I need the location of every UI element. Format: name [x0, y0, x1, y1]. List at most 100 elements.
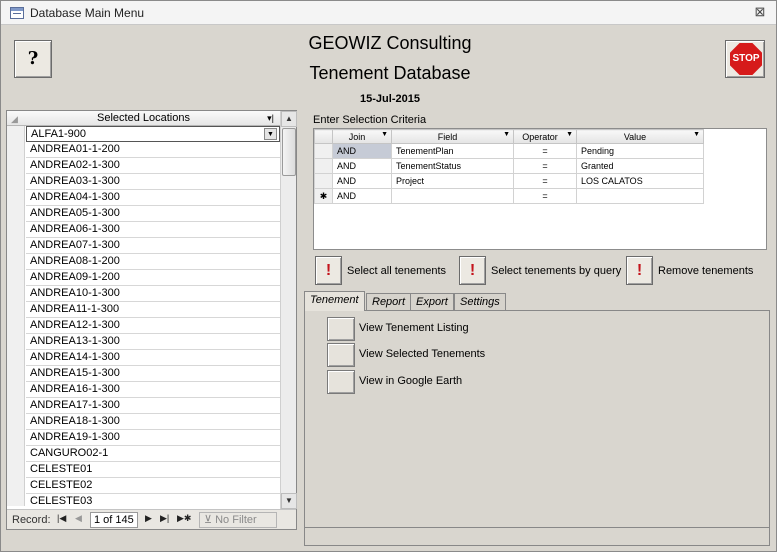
no-filter-button[interactable]: ⊻ No Filter: [199, 512, 277, 528]
scroll-thumb[interactable]: [282, 128, 296, 176]
remove-tenements-button[interactable]: ! Remove tenements: [626, 256, 766, 287]
stop-button[interactable]: STOP: [725, 40, 765, 78]
view-tenement-listing-button[interactable]: View Tenement Listing: [327, 317, 487, 341]
value-cell[interactable]: [576, 188, 704, 204]
location-list-item[interactable]: ANDREA14-1-300: [26, 350, 280, 366]
chevron-down-icon[interactable]: ▼: [503, 131, 510, 138]
select-by-query-button[interactable]: ! Select tenements by query: [459, 256, 625, 287]
no-filter-label: No Filter: [215, 514, 257, 526]
row-selector[interactable]: [314, 143, 333, 159]
form-header: ? GEOWIZ Consulting Tenement Database 15…: [7, 27, 773, 111]
tab-export[interactable]: Export: [410, 293, 454, 310]
exclamation-icon: !: [459, 256, 486, 285]
row-selector[interactable]: [314, 173, 333, 189]
tab-settings[interactable]: Settings: [454, 293, 506, 310]
field-cell[interactable]: [391, 188, 514, 204]
next-record-icon[interactable]: ▶: [145, 513, 152, 524]
location-list-item[interactable]: ANDREA12-1-300: [26, 318, 280, 334]
title-bar: Database Main Menu ⊠: [1, 1, 776, 25]
join-cell[interactable]: AND: [332, 143, 392, 159]
view-google-earth-button[interactable]: View in Google Earth: [327, 370, 487, 394]
new-record-marker-icon: ✱: [314, 188, 333, 204]
location-list-item[interactable]: ANDREA13-1-300: [26, 334, 280, 350]
location-list-item[interactable]: CANGURO02-1: [26, 446, 280, 462]
tab-tenement[interactable]: Tenement: [304, 291, 365, 311]
operator-cell[interactable]: =: [513, 143, 577, 159]
column-header-field[interactable]: Field ▼: [391, 129, 514, 144]
view-selected-label: View Selected Tenements: [359, 348, 486, 360]
record-navigator: Record: |◀ ◀ 1 of 145 ▶ ▶| ▶✱ ⊻ No Filte…: [7, 509, 296, 529]
locations-scrollbar[interactable]: ▲ ▼: [280, 111, 297, 509]
current-date: 15-Jul-2015: [360, 93, 420, 105]
operator-cell[interactable]: =: [513, 158, 577, 174]
criteria-row[interactable]: AND TenementPlan = Pending: [314, 143, 704, 159]
chevron-down-icon[interactable]: ▼: [566, 131, 573, 138]
chevron-down-icon[interactable]: ▼: [264, 128, 277, 140]
value-cell[interactable]: Granted: [576, 158, 704, 174]
record-position-input[interactable]: 1 of 145: [90, 512, 138, 528]
scroll-up-icon[interactable]: ▲: [281, 111, 297, 127]
location-list-item[interactable]: ANDREA17-1-300: [26, 398, 280, 414]
location-list-item[interactable]: ANDREA08-1-200: [26, 254, 280, 270]
location-list-item[interactable]: ANDREA03-1-300: [26, 174, 280, 190]
operator-cell[interactable]: =: [513, 188, 577, 204]
column-header-operator[interactable]: Operator ▼: [513, 129, 577, 144]
row-selector[interactable]: [314, 158, 333, 174]
record-label: Record:: [12, 514, 51, 526]
location-list-item[interactable]: ANDREA06-1-300: [26, 222, 280, 238]
location-list-item[interactable]: ANDREA15-1-300: [26, 366, 280, 382]
location-list-item[interactable]: ANDREA18-1-300: [26, 414, 280, 430]
join-cell[interactable]: AND: [332, 158, 392, 174]
location-list-item[interactable]: ANDREA04-1-300: [26, 190, 280, 206]
close-icon[interactable]: ⊠: [753, 5, 767, 19]
scroll-down-icon[interactable]: ▼: [281, 493, 297, 509]
first-record-icon[interactable]: |◀: [57, 513, 66, 524]
operator-cell[interactable]: =: [513, 173, 577, 189]
chevron-down-icon[interactable]: ▼: [381, 131, 388, 138]
value-cell[interactable]: Pending: [576, 143, 704, 159]
location-list-item[interactable]: ANDREA07-1-300: [26, 238, 280, 254]
criteria-label: Enter Selection Criteria: [313, 114, 427, 126]
location-list-item[interactable]: CELESTE03: [26, 494, 280, 509]
join-cell[interactable]: AND: [332, 173, 392, 189]
column-header-value[interactable]: Value ▼: [576, 129, 704, 144]
location-list-item[interactable]: ANDREA05-1-300: [26, 206, 280, 222]
last-record-icon[interactable]: ▶|: [160, 513, 169, 524]
location-list-item[interactable]: ANDREA10-1-300: [26, 286, 280, 302]
join-cell[interactable]: AND: [332, 188, 392, 204]
criteria-row[interactable]: AND Project = LOS CALATOS: [314, 173, 704, 189]
tab-strip: Tenement Report Export Settings: [304, 291, 770, 311]
sort-icon[interactable]: ▾|: [267, 111, 274, 125]
column-header-join[interactable]: Join ▼: [332, 129, 392, 144]
tenement-tab-panel: View Tenement Listing View Selected Tene…: [304, 310, 770, 528]
stop-sign-icon: STOP: [730, 43, 762, 75]
field-cell[interactable]: TenementPlan: [391, 143, 514, 159]
filter-icon: ⊻: [204, 514, 216, 526]
field-cell[interactable]: TenementStatus: [391, 158, 514, 174]
previous-record-icon[interactable]: ◀: [75, 513, 82, 524]
location-list-item[interactable]: ANDREA01-1-200: [26, 142, 280, 158]
current-location-combo[interactable]: ALFA1-900 ▼: [26, 126, 280, 142]
exclamation-icon: !: [626, 256, 653, 285]
tab-footer: [304, 528, 770, 546]
new-criteria-row[interactable]: ✱ AND =: [314, 188, 704, 204]
location-list-item[interactable]: ANDREA19-1-300: [26, 430, 280, 446]
window-title: Database Main Menu: [30, 6, 145, 20]
location-list-item[interactable]: ANDREA11-1-300: [26, 302, 280, 318]
view-selected-tenements-button[interactable]: View Selected Tenements: [327, 343, 487, 367]
location-list-item[interactable]: CELESTE02: [26, 478, 280, 494]
location-list-item[interactable]: ANDREA02-1-300: [26, 158, 280, 174]
new-record-icon[interactable]: ▶✱: [177, 513, 191, 524]
criteria-row[interactable]: AND TenementStatus = Granted: [314, 158, 704, 174]
tab-report[interactable]: Report: [366, 293, 412, 310]
location-list-item[interactable]: ANDREA09-1-200: [26, 270, 280, 286]
locations-header-label: Selected Locations: [97, 112, 190, 124]
row-selectors[interactable]: [7, 126, 25, 506]
chevron-down-icon[interactable]: ▼: [693, 131, 700, 138]
location-list-item[interactable]: ANDREA16-1-300: [26, 382, 280, 398]
field-cell[interactable]: Project: [391, 173, 514, 189]
location-list-item[interactable]: CELESTE01: [26, 462, 280, 478]
value-cell[interactable]: LOS CALATOS: [576, 173, 704, 189]
locations-column-header[interactable]: ◢ Selected Locations ▾|: [7, 111, 280, 126]
select-all-tenements-button[interactable]: ! Select all tenements: [315, 256, 455, 287]
